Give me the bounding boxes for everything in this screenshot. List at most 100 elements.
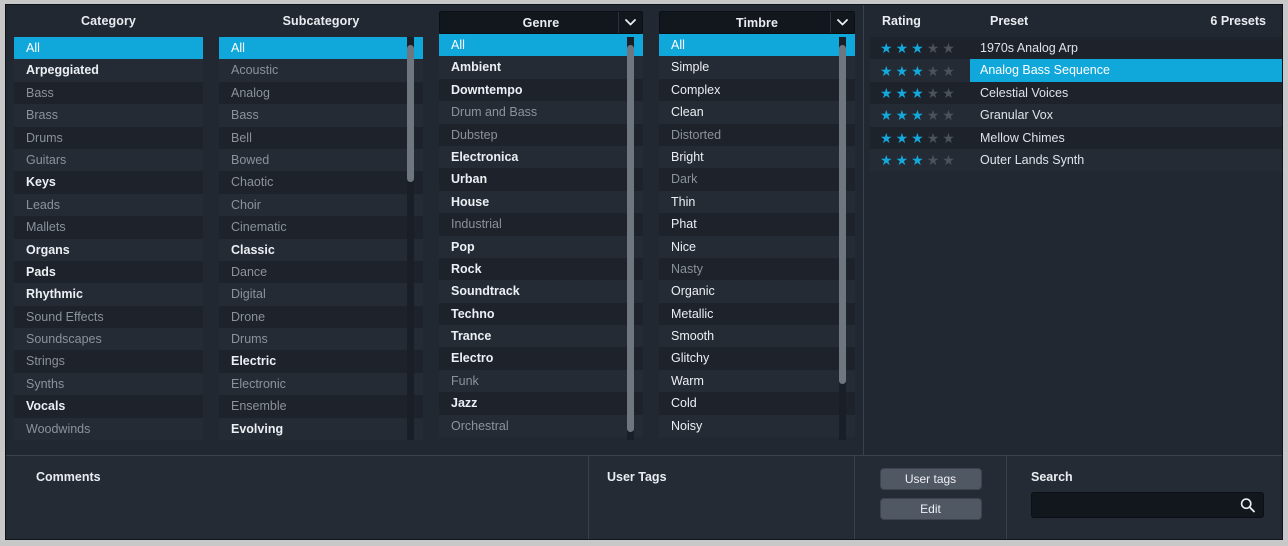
list-item[interactable]: Soundtrack (439, 280, 643, 303)
star-icon[interactable]: ★ (880, 64, 893, 78)
list-item[interactable]: Vocals (14, 395, 203, 418)
list-item[interactable]: Analog (219, 81, 423, 105)
star-icon[interactable]: ★ (911, 131, 924, 145)
preset-row[interactable]: ★ ★ ★ ★ ★ Analog Bass Sequence (870, 59, 1282, 82)
list-item[interactable]: Techno (439, 302, 643, 326)
list-item[interactable]: Trance (439, 325, 643, 348)
list-item[interactable]: Brass (14, 104, 203, 127)
list-item[interactable]: Rock (439, 257, 643, 281)
list-item[interactable]: Warm (659, 369, 855, 393)
scrollbar-thumb-timbre[interactable] (839, 45, 846, 384)
list-subcategory[interactable]: All Acoustic Analog Bass Bell Bowed Chaotic Cho… (219, 37, 423, 440)
list-item[interactable]: Urban (439, 168, 643, 191)
rating-stars[interactable]: ★ ★ ★ ★ ★ (870, 86, 970, 100)
scrollbar-genre[interactable] (627, 37, 634, 440)
list-item[interactable]: Sound Effects (14, 305, 203, 329)
list-item[interactable]: Noisy (659, 414, 855, 437)
star-icon[interactable]: ★ (911, 86, 924, 100)
star-icon[interactable]: ★ (880, 131, 893, 145)
list-item[interactable]: Bright (659, 145, 855, 169)
star-icon[interactable]: ★ (880, 41, 893, 55)
list-item[interactable]: Classic (219, 238, 423, 261)
star-icon[interactable]: ★ (896, 108, 909, 122)
edit-button[interactable]: Edit (879, 498, 982, 520)
star-icon[interactable]: ★ (927, 64, 940, 78)
star-icon[interactable]: ★ (927, 131, 940, 145)
star-icon[interactable]: ★ (942, 108, 955, 122)
list-item[interactable]: Electric (219, 350, 423, 373)
star-icon[interactable]: ★ (911, 41, 924, 55)
list-item[interactable]: All (14, 37, 203, 60)
list-item[interactable]: Woodwinds (14, 417, 203, 440)
list-item[interactable]: Clean (659, 101, 855, 124)
preset-row[interactable]: ★ ★ ★ ★ ★ 1970s Analog Arp (870, 37, 1282, 60)
star-icon[interactable]: ★ (911, 64, 924, 78)
list-item[interactable]: Drums (219, 328, 423, 351)
star-icon[interactable]: ★ (942, 41, 955, 55)
preset-list[interactable]: ★ ★ ★ ★ ★ 1970s Analog Arp ★ ★ ★ ★ ★ Analog Bass Se… (870, 37, 1282, 172)
list-item[interactable]: Nice (659, 235, 855, 258)
scrollbar-timbre[interactable] (839, 37, 846, 440)
rating-stars[interactable]: ★ ★ ★ ★ ★ (870, 64, 970, 78)
list-item[interactable]: Thin (659, 190, 855, 214)
list-item[interactable]: Arpeggiated (14, 59, 203, 82)
list-item[interactable]: Keys (14, 171, 203, 194)
list-item[interactable]: Bass (14, 81, 203, 105)
chevron-down-icon[interactable] (830, 12, 854, 33)
list-item[interactable]: Drums (14, 126, 203, 149)
star-icon[interactable]: ★ (942, 153, 955, 167)
list-item[interactable]: Nasty (659, 257, 855, 281)
list-item[interactable]: Ensemble (219, 395, 423, 418)
list-item[interactable]: Simple (659, 56, 855, 79)
search-icon[interactable] (1240, 498, 1255, 513)
list-timbre[interactable]: All Simple Complex Clean Distorted Bright Dark… (659, 34, 855, 437)
list-item[interactable]: Drone (219, 305, 423, 329)
list-item[interactable]: Glitchy (659, 347, 855, 370)
list-item[interactable]: Bell (219, 126, 423, 149)
search-input[interactable] (1032, 493, 1263, 517)
user-tags-button[interactable]: User tags (879, 468, 982, 490)
list-item[interactable]: Organs (14, 238, 203, 261)
star-icon[interactable]: ★ (896, 64, 909, 78)
list-item[interactable]: Acoustic (219, 59, 423, 82)
list-item[interactable]: Jazz (439, 392, 643, 415)
preset-name[interactable]: Mellow Chimes (970, 127, 1282, 149)
star-icon[interactable]: ★ (880, 86, 893, 100)
list-genre[interactable]: All Ambient Downtempo Drum and Bass Dubstep E… (439, 34, 643, 437)
list-item[interactable]: Cinematic (219, 216, 423, 239)
list-item[interactable]: Dark (659, 168, 855, 191)
rating-stars[interactable]: ★ ★ ★ ★ ★ (870, 108, 970, 122)
star-icon[interactable]: ★ (896, 41, 909, 55)
list-item[interactable]: Smooth (659, 325, 855, 348)
list-item[interactable]: Bowed (219, 148, 423, 172)
star-icon[interactable]: ★ (911, 108, 924, 122)
list-item[interactable]: Phat (659, 213, 855, 236)
preset-row[interactable]: ★ ★ ★ ★ ★ Granular Vox (870, 104, 1282, 127)
list-item[interactable]: Metallic (659, 302, 855, 326)
list-item[interactable]: Chaotic (219, 171, 423, 194)
search-box[interactable] (1031, 492, 1264, 518)
list-item[interactable]: Downtempo (439, 78, 643, 102)
preset-row[interactable]: ★ ★ ★ ★ ★ Celestial Voices (870, 81, 1282, 105)
rating-stars[interactable]: ★ ★ ★ ★ ★ (870, 41, 970, 55)
preset-name[interactable]: Outer Lands Synth (970, 149, 1282, 171)
list-item[interactable]: Synths (14, 372, 203, 396)
list-category[interactable]: All Arpeggiated Bass Brass Drums Guitars Keys L… (14, 37, 203, 440)
star-icon[interactable]: ★ (880, 153, 893, 167)
list-item[interactable]: Digital (219, 283, 423, 306)
list-item[interactable]: All (659, 34, 855, 57)
star-icon[interactable]: ★ (927, 86, 940, 100)
list-item[interactable]: Orchestral (439, 414, 643, 437)
preset-name[interactable]: Analog Bass Sequence (970, 59, 1282, 82)
list-item[interactable]: Funk (439, 369, 643, 393)
list-item[interactable]: Organic (659, 280, 855, 303)
list-item[interactable]: Pop (439, 235, 643, 258)
list-item[interactable]: Cold (659, 392, 855, 415)
star-icon[interactable]: ★ (942, 86, 955, 100)
list-item[interactable]: Rhythmic (14, 283, 203, 306)
list-item[interactable]: Distorted (659, 123, 855, 146)
star-icon[interactable]: ★ (942, 64, 955, 78)
star-icon[interactable]: ★ (927, 153, 940, 167)
list-item[interactable]: Guitars (14, 148, 203, 172)
usertags-section[interactable]: User Tags (589, 456, 854, 539)
